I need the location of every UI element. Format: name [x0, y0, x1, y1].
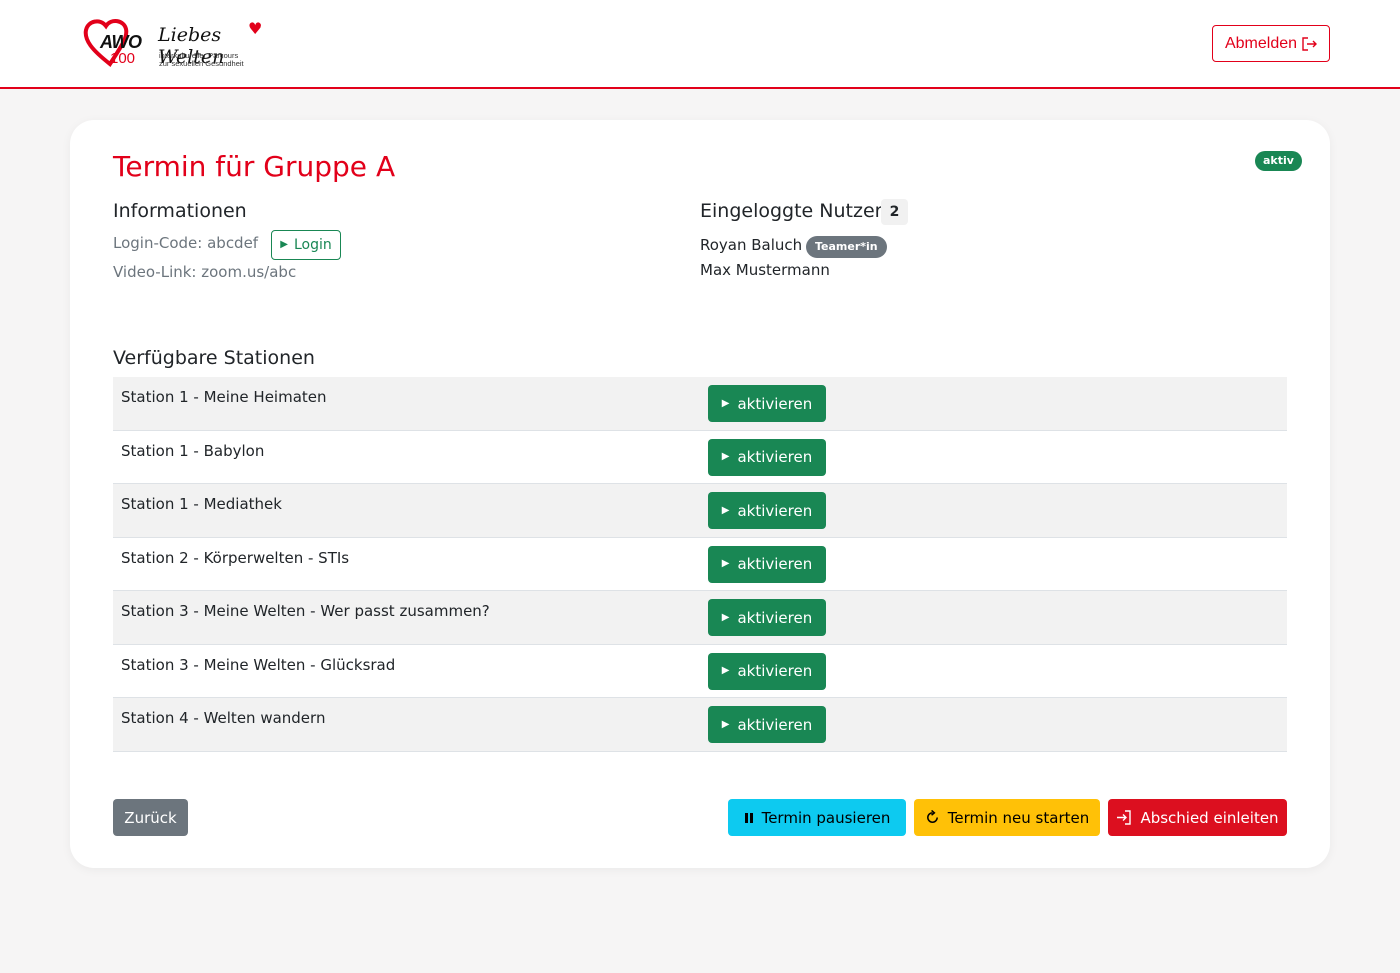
pause-appointment-button[interactable]: Termin pausieren [728, 799, 906, 836]
station-name: Station 2 - Körperwelten - STIs [121, 548, 350, 567]
logout-button[interactable]: Abmelden [1212, 25, 1330, 62]
stations-heading: Verfügbare Stationen [113, 347, 315, 369]
station-row: Station 1 - Babylon ▶ aktivieren [113, 431, 1287, 484]
restart-appointment-button[interactable]: Termin neu starten [914, 799, 1100, 836]
activate-label: aktivieren [737, 608, 813, 627]
activate-station-button[interactable]: ▶ aktivieren [708, 599, 826, 636]
status-badge: aktiv [1255, 151, 1302, 171]
play-icon: ▶ [721, 611, 730, 623]
awo-liebes-welten-logo[interactable]: AWO 100 Liebes Welten ♥ interkultureller… [82, 18, 272, 70]
activate-label: aktivieren [737, 448, 813, 466]
farewell-label: Abschied einleiten [1140, 808, 1279, 827]
info-heading: Informationen [113, 200, 247, 222]
login-button[interactable]: ▶ Login [271, 230, 341, 260]
restart-label: Termin neu starten [947, 808, 1090, 827]
activate-station-button[interactable]: ▶ aktivieren [708, 652, 826, 690]
station-row: Station 1 - Mediathek ▶ aktivieren [113, 484, 1287, 538]
station-row: Station 4 - Welten wandern ▶ aktivieren [113, 698, 1287, 752]
play-icon: ▶ [721, 665, 730, 676]
station-name: Station 3 - Meine Welten - Glücksrad [121, 655, 396, 674]
station-row: Station 3 - Meine Welten - Glücksrad ▶ a… [113, 645, 1287, 698]
station-name: Station 4 - Welten wandern [121, 709, 326, 727]
video-link-text[interactable]: Video-Link: zoom.us/abc [113, 263, 296, 281]
activate-label: aktivieren [737, 715, 813, 734]
user-name: Max Mustermann [700, 261, 830, 279]
users-heading: Eingeloggte Nutzer [700, 200, 883, 222]
stations-table: Station 1 - Meine Heimaten ▶ aktivieren … [113, 377, 1287, 752]
activate-label: aktivieren [737, 501, 813, 520]
station-name: Station 1 - Meine Heimaten [121, 388, 327, 406]
activate-station-button[interactable]: ▶ aktivieren [708, 706, 826, 743]
logout-label: Abmelden [1224, 34, 1298, 52]
small-heart-icon: ♥ [248, 19, 263, 38]
station-row: Station 2 - Körperwelten - STIs ▶ aktivi… [113, 538, 1287, 591]
play-icon: ▶ [721, 504, 730, 516]
user-name: Royan Baluch [700, 236, 803, 254]
appointment-card: Termin für Gruppe A aktiv Informationen … [70, 120, 1330, 868]
play-icon: ▶ [721, 718, 730, 730]
activate-label: aktivieren [737, 555, 813, 573]
station-name: Station 1 - Babylon [121, 441, 265, 460]
back-button[interactable]: Zurück [113, 799, 188, 836]
role-badge: Teamer*in [806, 236, 887, 258]
activate-station-button[interactable]: ▶ aktivieren [708, 438, 826, 476]
play-icon: ▶ [721, 397, 730, 409]
activate-station-button[interactable]: ▶ aktivieren [708, 545, 826, 583]
pause-label: Termin pausieren [761, 808, 891, 827]
top-navbar: AWO 100 Liebes Welten ♥ interkultureller… [0, 0, 1400, 89]
logo-subtitle-line2: zur sexuellen Gesundheit [159, 59, 244, 68]
play-icon: ▶ [721, 451, 730, 462]
station-name: Station 1 - Mediathek [121, 495, 282, 513]
station-name: Station 3 - Meine Welten - Wer passt zus… [121, 602, 490, 620]
activate-station-button[interactable]: ▶ aktivieren [708, 385, 826, 422]
login-code-text: Login-Code: abcdef [113, 234, 259, 252]
logo-100-text: 100 [110, 50, 136, 67]
back-label: Zurück [124, 808, 177, 827]
activate-label: aktivieren [737, 662, 813, 680]
pause-icon [744, 812, 753, 823]
station-row: Station 1 - Meine Heimaten ▶ aktivieren [113, 377, 1287, 431]
users-count-badge: 2 [881, 199, 908, 225]
station-row: Station 3 - Meine Welten - Wer passt zus… [113, 591, 1287, 645]
activate-station-button[interactable]: ▶ aktivieren [708, 492, 826, 529]
page-title: Termin für Gruppe A [113, 150, 396, 183]
logout-icon [1302, 36, 1318, 51]
restart-icon [926, 810, 938, 823]
play-icon: ▶ [280, 239, 288, 250]
play-icon: ▶ [721, 558, 730, 569]
farewell-button[interactable]: Abschied einleiten [1108, 799, 1287, 836]
activate-label: aktivieren [737, 394, 813, 413]
sign-in-arrow-icon [1117, 810, 1132, 825]
login-button-label: Login [293, 237, 332, 253]
